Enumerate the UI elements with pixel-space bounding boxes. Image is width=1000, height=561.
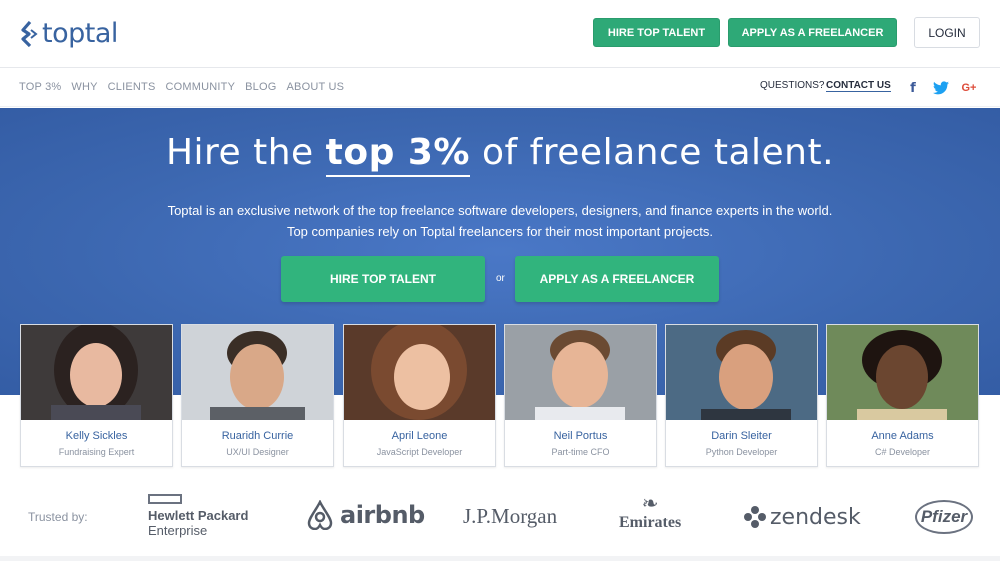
hpe-rectangle-icon <box>148 494 182 504</box>
hero-or-label: or <box>496 273 505 284</box>
nav-item-clients[interactable]: CLIENTS <box>108 81 156 93</box>
talent-photo <box>344 325 495 420</box>
nav-item-community[interactable]: COMMUNITY <box>166 81 236 93</box>
talent-name: Neil Portus <box>553 430 608 442</box>
headline-emphasis: top 3% <box>325 132 471 177</box>
logo-text: toptal <box>42 18 118 49</box>
talent-photo <box>182 325 333 420</box>
nav-item-about-us[interactable]: ABOUT US <box>287 81 345 93</box>
emirates-calligraphy-icon: ❧ <box>641 491 659 515</box>
portrait-image <box>666 325 817 420</box>
talent-photo <box>666 325 817 420</box>
nav-item-blog[interactable]: BLOG <box>245 81 276 93</box>
talent-card-april-leone[interactable]: April Leone JavaScript Developer <box>343 324 496 467</box>
hero-description-line-1: Toptal is an exclusive network of the to… <box>167 203 833 218</box>
talent-name: Kelly Sickles <box>65 430 128 442</box>
talent-name: Anne Adams <box>871 430 934 442</box>
pfizer-logo: Pfizer <box>915 500 973 534</box>
headline-post: of freelance talent. <box>470 132 835 173</box>
login-button[interactable]: LOGIN <box>914 17 980 48</box>
portrait-image <box>21 325 172 420</box>
talent-name: April Leone <box>391 430 448 442</box>
trusted-by-label: Trusted by: <box>28 510 88 524</box>
hero-description: Toptal is an exclusive network of the to… <box>0 200 1000 242</box>
hpe-line-1: Hewlett Packard <box>148 508 249 523</box>
talent-card-darin-sleiter[interactable]: Darin Sleiter Python Developer <box>665 324 818 467</box>
portrait-image <box>505 325 656 420</box>
footer-divider <box>0 556 1000 561</box>
talent-name: Darin Sleiter <box>711 430 772 442</box>
nav-bar: TOP 3% WHY CLIENTS COMMUNITY BLOG ABOUT … <box>0 68 1000 107</box>
hero-apply-freelancer-button[interactable]: APPLY AS A FREELANCER <box>515 256 719 302</box>
talent-photo <box>827 325 978 420</box>
nav-links: TOP 3% WHY CLIENTS COMMUNITY BLOG ABOUT … <box>19 81 344 93</box>
hero-hire-top-talent-button[interactable]: HIRE TOP TALENT <box>281 256 485 302</box>
talent-name: Ruaridh Currie <box>221 430 294 442</box>
talent-card-anne-adams[interactable]: Anne Adams C# Developer <box>826 324 979 467</box>
twitter-bird-icon <box>933 81 949 95</box>
talent-role: Python Developer <box>705 447 778 457</box>
questions-label: QUESTIONS? <box>760 80 825 91</box>
portrait-image <box>344 325 495 420</box>
google-plus-icon[interactable]: G+ <box>959 78 979 98</box>
jpmorgan-logo: J.P.Morgan <box>463 504 558 528</box>
toptal-logo-icon <box>21 20 38 47</box>
talent-card-neil-portus[interactable]: Neil Portus Part-time CFO <box>504 324 657 467</box>
top-header: toptal HIRE TOP TALENT APPLY AS A FREELA… <box>0 0 1000 68</box>
emirates-wordmark: Emirates <box>619 514 682 531</box>
twitter-icon[interactable] <box>931 78 951 98</box>
talent-photo <box>21 325 172 420</box>
airbnb-wordmark: airbnb <box>340 501 425 529</box>
zendesk-wordmark: zendesk <box>770 504 861 530</box>
portrait-image <box>182 325 333 420</box>
talent-role: C# Developer <box>874 447 931 457</box>
talent-role: UX/UI Designer <box>226 447 289 457</box>
talent-role: Fundraising Expert <box>58 447 135 457</box>
nav-item-top-3[interactable]: TOP 3% <box>19 81 61 93</box>
airbnb-belo-icon <box>307 500 333 530</box>
talent-photo <box>505 325 656 420</box>
hero-headline: Hire the top 3% of freelance talent. <box>0 132 1000 177</box>
hpe-line-2: Enterprise <box>148 523 208 538</box>
contact-us-link[interactable]: CONTACT US <box>826 80 891 92</box>
hero-description-line-2: Top companies rely on Toptal freelancers… <box>286 224 714 239</box>
zendesk-logo: zendesk <box>742 504 861 530</box>
talent-card-ruaridh-currie[interactable]: Ruaridh Currie UX/UI Designer <box>181 324 334 467</box>
portrait-image <box>827 325 978 420</box>
emirates-logo: ❧ Emirates <box>619 492 681 532</box>
talent-card-kelly-sickles[interactable]: Kelly Sickles Fundraising Expert <box>20 324 173 467</box>
nav-item-why[interactable]: WHY <box>71 81 97 93</box>
apply-freelancer-button[interactable]: APPLY AS A FREELANCER <box>728 18 897 47</box>
talent-role: JavaScript Developer <box>376 447 463 457</box>
hewlett-packard-enterprise-logo: Hewlett Packard Enterprise <box>148 494 248 538</box>
airbnb-logo: airbnb <box>306 500 425 530</box>
toptal-logo[interactable]: toptal <box>20 18 118 49</box>
hire-top-talent-button[interactable]: HIRE TOP TALENT <box>593 18 720 47</box>
headline-pre: Hire the <box>165 132 326 173</box>
zendesk-flower-icon <box>744 506 766 528</box>
facebook-icon[interactable]: f <box>903 78 923 98</box>
talent-role: Part-time CFO <box>551 447 610 457</box>
